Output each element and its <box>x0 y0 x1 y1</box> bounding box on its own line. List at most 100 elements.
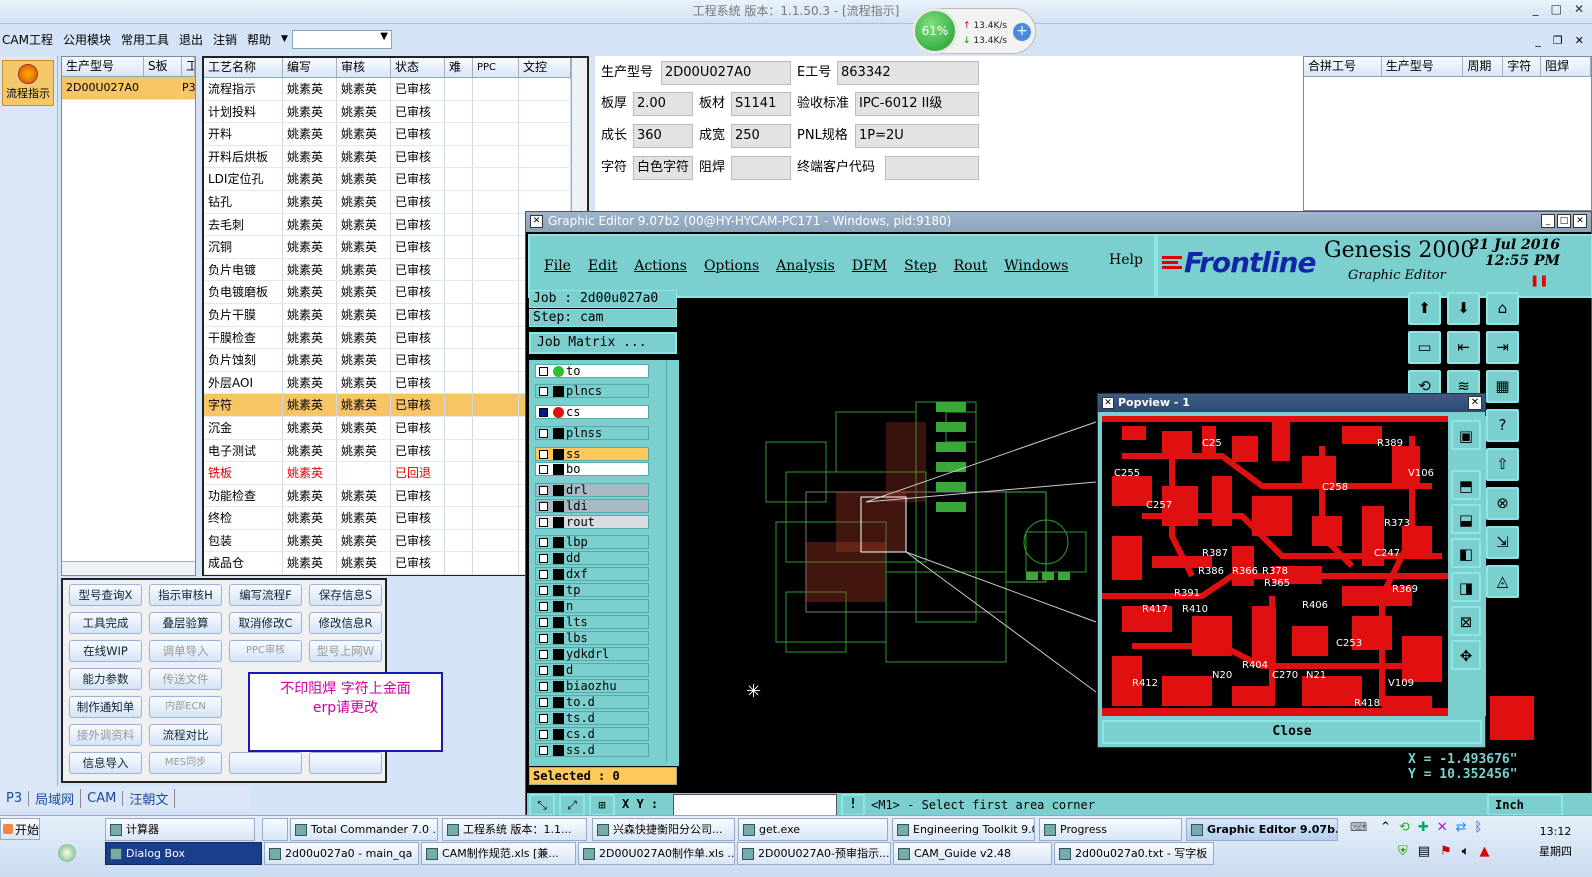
popview-close-button[interactable]: Close <box>1102 720 1482 744</box>
nav-flow-indicator[interactable]: 流程指示 <box>2 60 54 106</box>
layer-row[interactable]: to <box>535 364 649 378</box>
mes-sync-button[interactable]: MES同步 <box>149 752 222 774</box>
width-field[interactable]: 250 <box>731 124 791 148</box>
col-work[interactable]: 工 <box>182 57 195 76</box>
model-field[interactable]: 2D00U027A0 <box>661 61 791 85</box>
checkbox-icon[interactable] <box>539 554 548 563</box>
taskbar-item[interactable]: 2D00U027A0-预审指示... <box>737 842 891 865</box>
toolbar-dropdown[interactable]: ▼ <box>292 30 392 49</box>
checkbox-icon[interactable] <box>539 486 548 495</box>
layer-row[interactable]: ydkdrl <box>535 647 649 661</box>
layer-row[interactable]: to.d <box>535 695 649 709</box>
tab-lan[interactable]: 局域网 <box>29 788 82 808</box>
tool-right-icon[interactable]: ⇥ <box>1486 331 1519 364</box>
taskbar-item[interactable]: Engineering Toolkit 9.0... <box>892 818 1035 841</box>
ge-menu-file[interactable]: File <box>544 258 571 274</box>
table-row[interactable]: LDI定位孔 姚素英 姚素英 已审核 <box>204 168 587 191</box>
pop-tool-6-icon[interactable]: ⊠ <box>1451 606 1481 636</box>
tool-tri-b-icon[interactable]: ◬ <box>1486 565 1519 598</box>
checkbox-icon[interactable] <box>539 634 548 643</box>
tray-network-icon[interactable]: ▤ <box>1418 844 1430 859</box>
pop-tool-4-icon[interactable]: ◧ <box>1451 538 1481 568</box>
menu-exit[interactable]: 退出 <box>179 31 203 48</box>
taskbar-item[interactable]: Progress <box>1039 818 1182 841</box>
menu-public[interactable]: 公用模块 <box>63 31 111 48</box>
taskbar-item[interactable]: Dialog Box <box>105 842 262 865</box>
save-info-button[interactable]: 保存信息S <box>309 584 382 606</box>
query-model-button[interactable]: 型号查询X <box>69 584 142 606</box>
write-flow-button[interactable]: 编写流程F <box>229 584 302 606</box>
grid-icon[interactable]: ⊞ <box>589 794 615 816</box>
zoom-area-icon[interactable]: ⤢ <box>559 794 585 816</box>
tab-cam[interactable]: CAM <box>81 790 124 806</box>
taskbar-item[interactable]: 2d00u027a0 - main_qa <box>264 842 419 865</box>
pop-tool-7-icon[interactable]: ✥ <box>1451 640 1481 670</box>
layer-row[interactable]: cs <box>535 405 649 419</box>
tray-alert-icon[interactable]: ▲ <box>1480 844 1490 859</box>
col-author[interactable]: 编写 <box>283 58 337 77</box>
menu-logout[interactable]: 注销 <box>213 31 237 48</box>
checkbox-icon[interactable] <box>539 450 548 459</box>
taskbar-item[interactable]: 兴森快捷衡阳分公司... <box>592 818 735 841</box>
units-toggle[interactable]: Inch <box>1487 794 1563 816</box>
taskbar-item[interactable]: 2D00U027A0制作单.xls ... <box>578 842 735 865</box>
checkbox-icon[interactable] <box>539 502 548 511</box>
col-sboard[interactable]: S板 <box>144 57 182 76</box>
taskbar-item[interactable]: 工程系统 版本：1.1... <box>442 818 587 841</box>
layer-row[interactable]: ldi <box>535 499 649 513</box>
thickness-field[interactable]: 2.00 <box>633 92 693 116</box>
xy-input[interactable] <box>673 794 837 816</box>
taskbar-item[interactable]: Total Commander 7.0 ... <box>290 818 438 841</box>
external-data-button[interactable]: 接外调资料 <box>69 724 142 746</box>
mdi-close-icon[interactable]: ✕ <box>1575 34 1584 47</box>
ge-menu-windows[interactable]: Windows <box>1004 258 1068 274</box>
col-process[interactable]: 工艺名称 <box>204 58 283 77</box>
tool-cross-icon[interactable]: ⊗ <box>1486 487 1519 520</box>
tab-user[interactable]: 汪朝文 <box>123 788 176 808</box>
mask-field[interactable] <box>731 156 791 180</box>
col-ppc[interactable]: PPC <box>473 58 519 77</box>
checkbox-icon[interactable] <box>539 586 548 595</box>
character-field[interactable]: 白色字符 <box>633 156 693 180</box>
layer-row[interactable]: n <box>535 599 649 613</box>
ge-menu-analysis[interactable]: Analysis <box>776 258 835 274</box>
ge-minimize-icon[interactable]: _ <box>1541 214 1555 228</box>
checkbox-icon[interactable] <box>539 698 548 707</box>
info-import-button[interactable]: 信息导入 <box>69 752 142 774</box>
layer-row[interactable]: ts.d <box>535 711 649 725</box>
col-difficulty[interactable]: 难 <box>445 58 473 77</box>
ge-menu-options[interactable]: Options <box>704 258 759 274</box>
tray-expand-icon[interactable]: ⌃ <box>1380 820 1391 835</box>
checkbox-icon[interactable] <box>539 538 548 547</box>
pop-tool-1-icon[interactable]: ▣ <box>1451 420 1481 450</box>
col-mask[interactable]: 阻焊 <box>1541 57 1591 76</box>
col-status[interactable]: 状态 <box>391 58 445 77</box>
layer-row[interactable]: ss <box>535 447 649 461</box>
tool-help-icon[interactable]: ? <box>1486 409 1519 442</box>
checkbox-icon[interactable] <box>539 714 548 723</box>
checkbox-icon[interactable] <box>539 682 548 691</box>
layer-row[interactable]: lbs <box>535 631 649 645</box>
tray-arrows-icon[interactable]: ⇄ <box>1456 820 1467 835</box>
taskbar-item[interactable]: 2d00u027a0.txt - 写字板 <box>1054 842 1214 865</box>
menu-cam[interactable]: CAM工程 <box>2 31 53 48</box>
layer-row[interactable]: bo <box>535 462 649 476</box>
start-button[interactable]: 开始 <box>0 818 40 840</box>
mdi-restore-icon[interactable]: ❐ <box>1553 34 1563 47</box>
blank-button-1[interactable] <box>229 752 302 774</box>
minimize-icon[interactable]: _ <box>1533 2 1539 16</box>
review-button[interactable]: 指示审核H <box>149 584 222 606</box>
col-model-no[interactable]: 生产型号 <box>1382 57 1464 76</box>
ge-close-icon[interactable]: ✕ <box>1573 214 1587 228</box>
layer-row[interactable]: rout <box>535 515 649 529</box>
tray-sync-icon[interactable]: ⟲ <box>1399 820 1410 835</box>
tray-volume-icon[interactable]: 🔈︎ <box>1462 844 1470 859</box>
checkbox-icon[interactable] <box>539 602 548 611</box>
notice-button[interactable]: 制作通知单 <box>69 696 142 718</box>
ge-maximize-icon[interactable]: □ <box>1557 214 1571 228</box>
tray-shield-icon[interactable]: ⛨ <box>1398 844 1408 859</box>
internal-ecn-button[interactable]: 内部ECN <box>149 696 222 718</box>
checkbox-icon[interactable] <box>539 746 548 755</box>
import-button[interactable]: 调单导入 <box>149 640 222 662</box>
orb-icon[interactable] <box>58 844 76 862</box>
